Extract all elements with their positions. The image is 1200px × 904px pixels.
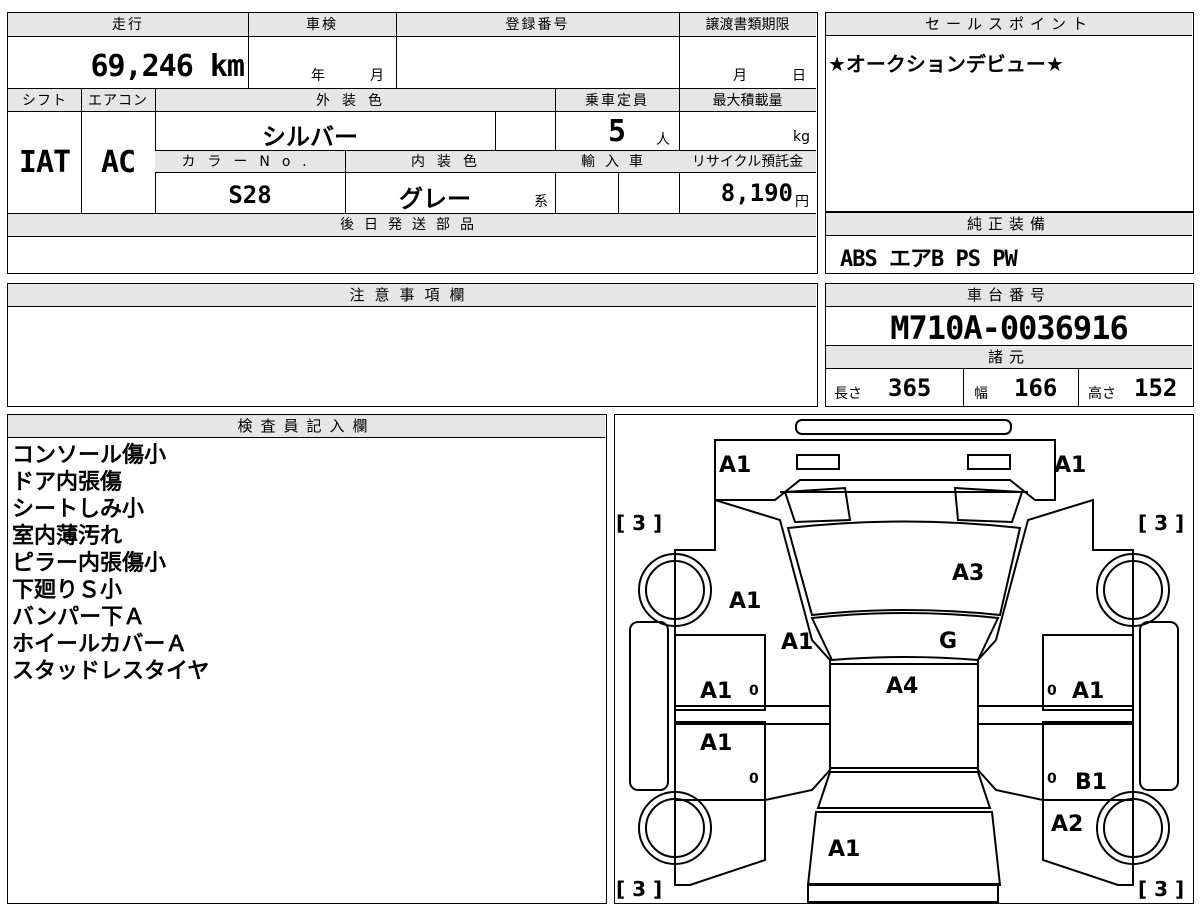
transfer-day-unit: 日 [792,68,806,84]
mark-front-left: A1 [719,453,751,478]
tire-label-front-left: [ 3 ] [616,511,662,535]
vehicle-info-table: 走行 車検 登録番号 譲渡書類期限 69,246 km 年 月 月 日 シフト … [7,12,818,274]
mark-right-front-door: A1 [1072,679,1104,704]
inspection-month-unit: 月 [370,68,384,84]
car-diagram: [ 3 ] [ 3 ] [ 3 ] [ 3 ] 0 0 0 0 A1 A1 A3… [616,419,1184,903]
aircon-value: AC [100,145,136,180]
sales-point-label: セールスポイント [826,13,1192,36]
color-no-value: S28 [228,181,272,209]
interior-color-suffix: 系 [534,194,548,210]
equipment-text: ABS エアB PS PW [840,247,1018,272]
mark-right-rear-door: B1 [1075,770,1107,795]
aircon-label: エアコン [88,93,148,109]
max-load-label: 最大積載量 [712,93,783,109]
max-load-unit: kg [793,129,810,145]
interior-color-label: 内装色 [411,154,489,170]
right-side-rail-shape [1139,621,1179,791]
equipment-label: 純正装備 [826,213,1192,236]
caution-label: 注意事項欄 [8,284,816,307]
inspector-note: スタッドレスタイヤ [12,659,210,684]
chassis-box: 車台番号 M710A-0036916 諸元 長さ 365 幅 166 高さ 15… [825,283,1194,407]
mark-front-right: A1 [1054,453,1086,478]
mileage-value: 69,246 km [90,49,245,84]
inspection-year-unit: 年 [311,68,325,84]
recycle-unit: 円 [795,194,809,210]
grille-left-shape [783,486,852,524]
equipment-box: 純正装備 ABS エアB PS PW [825,212,1194,274]
mark-left-rear-door: A1 [700,731,732,756]
interior-color-value: グレー [399,185,471,213]
inspector-note: バンパー下Ａ [12,605,146,630]
grille-right-shape [953,486,1024,524]
shift-value: IAT [18,145,71,180]
door-marker: 0 [1047,771,1057,787]
color-no-label: カラーNo. [181,154,319,170]
sales-point-text: ★オークションデビュー★ [828,52,1064,76]
mark-rear: A1 [828,837,860,862]
inspector-note: 下廻りＳ小 [12,578,123,603]
capacity-value: 5 [608,114,626,149]
door-marker: 0 [749,771,759,787]
inspector-box: 検査員記入欄 コンソール傷小 ドア内張傷 シートしみ小 室内薄汚れ ピラー内張傷… [7,414,607,904]
right-headlight-shape [967,454,1011,470]
later-parts-label: 後日発送部品 [340,217,484,233]
rear-bumper-shape [807,883,999,903]
width-label: 幅 [974,386,988,402]
import-label: 輸入車 [581,154,653,170]
registration-label: 登録番号 [505,17,570,33]
rear-window-shape [816,771,992,809]
shift-label: シフト [22,93,67,109]
mark-hood: A3 [952,561,984,586]
inspector-label: 検査員記入欄 [8,415,605,438]
sales-point-box: セールスポイント ★オークションデビュー★ [825,12,1194,212]
chassis-label: 車台番号 [826,284,1192,307]
inspector-note: ピラー内張傷小 [12,551,167,576]
inspector-notes: コンソール傷小 ドア内張傷 シートしみ小 室内薄汚れ ピラー内張傷小 下廻りＳ小… [12,442,209,685]
inspector-note: シートしみ小 [12,497,145,522]
exterior-color-value: シルバー [262,123,358,151]
mark-left-fender: A1 [729,589,761,614]
chassis-value: M710A-0036916 [890,309,1128,347]
tire-label-rear-right: [ 3 ] [1138,877,1184,901]
length-label: 長さ [834,386,862,402]
inspector-note: ホイールカバーＡ [12,632,188,657]
inspection-label: 車検 [306,17,338,33]
mark-left-front-door: A1 [700,679,732,704]
inspector-note: コンソール傷小 [12,443,167,468]
mark-left-pillar: A1 [781,630,813,655]
mark-roof: A4 [886,674,918,699]
height-label: 高さ [1088,386,1116,402]
capacity-unit: 人 [656,132,670,148]
left-side-rail-shape [629,621,669,791]
hood-shape [786,520,1022,617]
length-value: 365 [888,374,932,402]
mileage-label: 走行 [112,17,144,33]
left-headlight-shape [796,454,840,470]
windshield-shape [810,612,1000,662]
mark-right-rear-fender: A2 [1051,812,1083,837]
specs-label: 諸元 [826,345,1192,369]
tire-label-front-right: [ 3 ] [1138,511,1184,535]
capacity-label: 乗車定員 [585,93,649,109]
exterior-color-label: 外装色 [316,93,394,109]
inspector-note: ドア内張傷 [12,470,123,495]
front-bumper-shape [795,419,1012,435]
recycle-value: 8,190 [720,179,793,207]
transfer-deadline-label: 譲渡書類期限 [705,17,790,33]
inspector-note: 室内薄汚れ [12,524,123,549]
mark-windshield: G [939,629,957,654]
door-marker: 0 [1047,683,1057,699]
height-value: 152 [1134,374,1178,402]
transfer-month-unit: 月 [733,68,747,84]
door-marker: 0 [749,683,759,699]
width-value: 166 [1014,374,1058,402]
caution-box: 注意事項欄 [7,283,818,407]
tire-label-rear-left: [ 3 ] [616,877,662,901]
car-diagram-box: [ 3 ] [ 3 ] [ 3 ] [ 3 ] 0 0 0 0 A1 A1 A3… [614,414,1194,904]
recycle-label: リサイクル預託金 [691,154,804,170]
